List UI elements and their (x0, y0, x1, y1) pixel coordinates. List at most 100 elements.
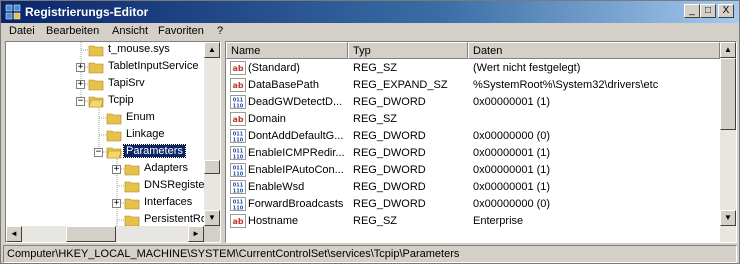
expand-toggle[interactable]: + (76, 63, 85, 72)
tree-item-tapisrv[interactable]: + TapiSrv (6, 76, 206, 93)
string-value-icon: ab (230, 214, 246, 228)
value-data: 0x00000001 (1) (473, 181, 551, 193)
column-header-data[interactable]: Daten (468, 42, 720, 59)
value-data: 0x00000001 (1) (473, 147, 551, 159)
value-row[interactable]: ab Domain REG_SZ (226, 111, 720, 128)
value-type: REG_SZ (353, 113, 398, 125)
value-type: REG_DWORD (353, 147, 426, 159)
scrollbar-corner (204, 226, 220, 242)
value-name: DeadGWDetectD... (248, 96, 343, 108)
tree-item-tcpip[interactable]: − Tcpip (6, 93, 206, 110)
binary-value-icon: 011110 (230, 180, 246, 194)
binary-value-icon: 011110 (230, 163, 246, 177)
scroll-thumb[interactable] (204, 160, 220, 174)
value-row[interactable]: ab Hostname REG_SZ Enterprise (226, 213, 720, 230)
folder-icon (106, 113, 122, 125)
value-type: REG_DWORD (353, 198, 426, 210)
value-row[interactable]: 011 110 EnableICMPRedir... REG_DWORD 0x00000… (226, 145, 720, 162)
value-type: REG_EXPAND_SZ (353, 79, 448, 91)
scroll-up-icon[interactable]: ▲ (720, 42, 736, 58)
tree-item-label: Enum (126, 111, 155, 123)
value-row[interactable]: 011 110 EnableWsd REG_DWORD 0x00000001 (1) (226, 179, 720, 196)
key-tree-pane[interactable]: t_mouse.sys + TabletInputService + TapiS… (5, 41, 221, 243)
tree-vertical-scrollbar[interactable]: ▲ ▼ (204, 42, 220, 226)
title-bar[interactable]: Registrierungs-Editor _ □ X (1, 1, 739, 23)
tree-item-parameters[interactable]: − Parameters (6, 144, 206, 161)
column-header-type[interactable]: Typ (348, 42, 468, 59)
menu-favoriten[interactable]: Favoriten (158, 25, 204, 37)
column-header-name[interactable]: Name (226, 42, 348, 59)
values-list-pane[interactable]: Name Typ Daten ab (Standard) REG_SZ (Wert n… (225, 41, 737, 243)
value-name: EnableIPAutoCon... (248, 164, 344, 176)
folder-icon (88, 45, 104, 57)
folder-icon (88, 79, 104, 91)
tree-item-label: Interfaces (144, 196, 193, 208)
scroll-left-icon[interactable]: ◄ (6, 226, 22, 242)
expand-toggle[interactable]: + (76, 80, 85, 89)
binary-value-icon: 011110 (230, 129, 246, 143)
value-name: EnableWsd (248, 181, 305, 193)
tree-item-dnsregistered[interactable]: DNSRegistered (6, 178, 220, 195)
svg-text:110: 110 (233, 206, 244, 212)
value-type: REG_DWORD (353, 164, 426, 176)
value-row[interactable]: 011 110 ForwardBroadcasts REG_DWORD 0x000000… (226, 196, 720, 213)
value-type: REG_DWORD (353, 181, 426, 193)
menu-help[interactable]: ? (217, 25, 223, 37)
tree-horizontal-scrollbar[interactable]: ◄ ► (6, 226, 204, 242)
value-row[interactable]: 011 110 EnableIPAutoCon... REG_DWORD 0x00000… (226, 162, 720, 179)
expand-toggle[interactable]: + (112, 199, 121, 208)
menu-datei[interactable]: Datei (9, 25, 35, 37)
tree-item-label: t_mouse.sys (108, 43, 170, 55)
current-key-path: Computer\HKEY_LOCAL_MACHINE\SYSTEM\Curre… (7, 248, 460, 260)
expand-toggle[interactable]: + (112, 165, 121, 174)
value-row[interactable]: ab (Standard) REG_SZ (Wert nicht festgelegt… (226, 60, 720, 77)
value-name: EnableICMPRedir... (248, 147, 345, 159)
binary-value-icon: 011110 (230, 146, 246, 160)
menu-bearbeiten[interactable]: Bearbeiten (46, 25, 99, 37)
value-data: 0x00000000 (0) (473, 130, 551, 142)
value-name: Domain (248, 113, 286, 125)
folder-icon (124, 164, 140, 176)
value-row[interactable]: ab DataBasePath REG_EXPAND_SZ %SystemRoot%\… (226, 77, 720, 94)
list-vertical-scrollbar[interactable]: ▲ ▼ (720, 42, 736, 242)
binary-value-icon: 011110 (230, 95, 246, 109)
tree-item-t-mouse-sys[interactable]: t_mouse.sys (6, 42, 206, 59)
scroll-down-icon[interactable]: ▼ (204, 210, 220, 226)
value-name: (Standard) (248, 62, 300, 74)
maximize-button[interactable]: □ (700, 4, 716, 18)
collapse-toggle[interactable]: − (76, 97, 85, 106)
value-row[interactable]: 011 110 DeadGWDetectD... REG_DWORD 0x0000000… (226, 94, 720, 111)
value-type: REG_DWORD (353, 96, 426, 108)
menu-ansicht[interactable]: Ansicht (112, 25, 148, 37)
scroll-down-icon[interactable]: ▼ (720, 210, 736, 226)
collapse-toggle[interactable]: − (94, 148, 103, 157)
value-row[interactable]: 011 110 DontAddDefaultG... REG_DWORD 0x00000… (226, 128, 720, 145)
tree-item-label: TabletInputService (108, 60, 199, 72)
minimize-button[interactable]: _ (684, 4, 700, 18)
svg-text:110: 110 (233, 104, 244, 110)
svg-text:110: 110 (233, 155, 244, 161)
tree-item-linkage[interactable]: Linkage (6, 127, 206, 144)
close-button[interactable]: X (718, 4, 734, 18)
scroll-right-icon[interactable]: ► (188, 226, 204, 242)
tree-item-adapters[interactable]: + Adapters (6, 161, 206, 178)
list-header: Name Typ Daten (226, 42, 720, 59)
tree-item-label-selected: Parameters (123, 144, 186, 158)
open-folder-icon (106, 147, 122, 159)
tree-item-tabletinputservice[interactable]: + TabletInputService (6, 59, 206, 76)
binary-value-icon: 011110 (230, 197, 246, 211)
scroll-up-icon[interactable]: ▲ (204, 42, 220, 58)
value-name: DontAddDefaultG... (248, 130, 344, 142)
tree-item-enum[interactable]: Enum (6, 110, 206, 127)
tree-item-interfaces[interactable]: + Interfaces (6, 195, 206, 212)
open-folder-icon (88, 96, 104, 108)
scroll-thumb[interactable] (720, 58, 736, 130)
svg-text:110: 110 (233, 189, 244, 195)
value-type: REG_SZ (353, 215, 398, 227)
string-value-icon: ab (230, 61, 246, 75)
value-name: Hostname (248, 215, 299, 227)
value-data: Enterprise (473, 215, 524, 227)
folder-icon (124, 181, 140, 193)
folder-icon (106, 130, 122, 142)
scroll-thumb[interactable] (66, 226, 116, 242)
